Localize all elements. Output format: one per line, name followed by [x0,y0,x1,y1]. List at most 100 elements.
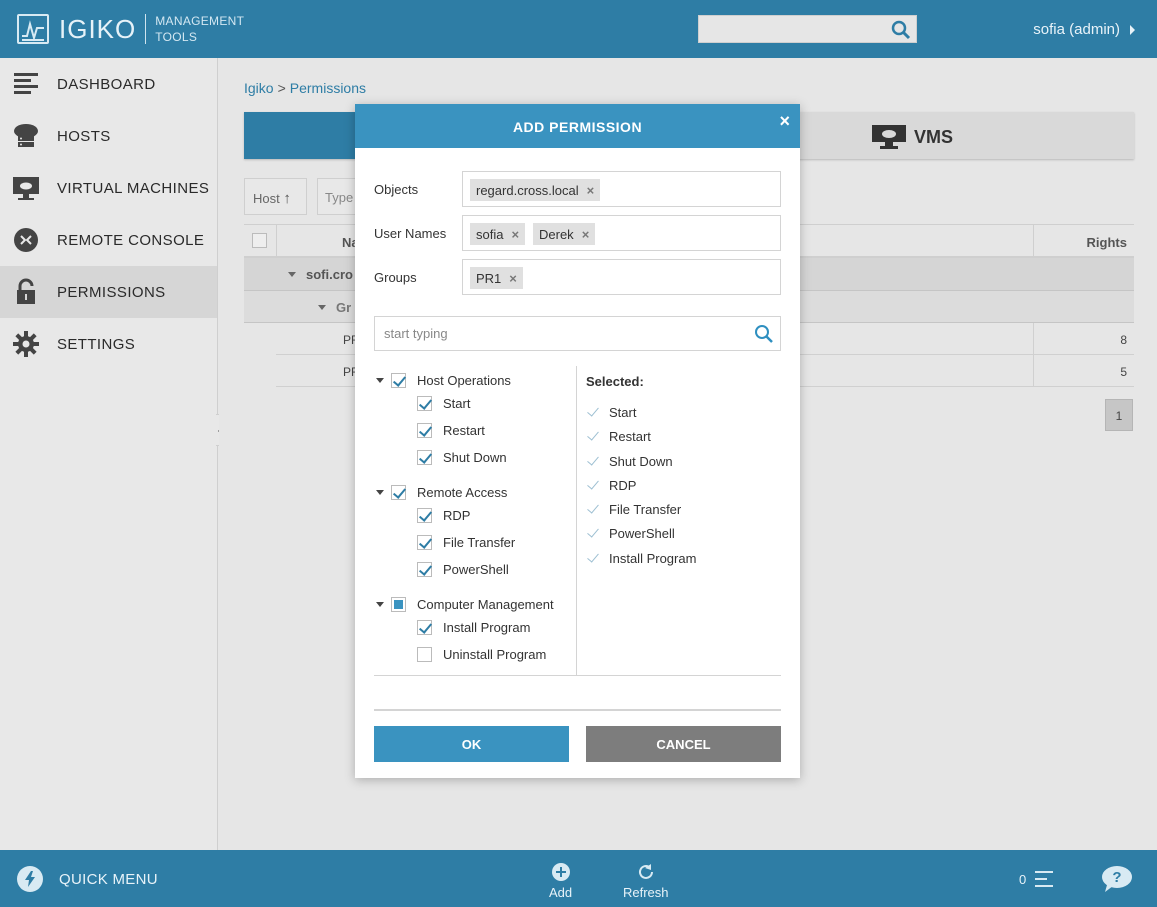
refresh-button[interactable]: Refresh [623,862,669,900]
checkbox-host-operations[interactable] [391,373,406,388]
tree-node-label: Remote Access [417,485,508,500]
permission-tree: Host Operations Start Restart Shut Down … [374,366,577,676]
remove-chip-icon[interactable]: × [582,227,590,242]
checkbox-rdp[interactable] [417,508,432,523]
tab-vms-label: VMS [914,126,954,147]
check-icon [586,551,601,566]
selected-list: Selected: Start Restart Shut Down RDP Fi… [586,366,781,676]
chevron-down-icon[interactable] [376,602,384,607]
sidebar-item-label: REMOTE CONSOLE [57,231,205,249]
checkbox-restart[interactable] [417,423,432,438]
sidebar-item-permissions[interactable]: PERMISSIONS [0,266,217,318]
checkbox-remote-access[interactable] [391,485,406,500]
add-label: Add [549,885,573,900]
logo[interactable]: IGIKO MANAGEMENT TOOLS [17,13,244,45]
column-divider [276,225,277,257]
ok-button[interactable]: OK [374,726,569,762]
logo-icon [17,14,49,44]
pager-page-1[interactable]: 1 [1105,399,1133,431]
vm-icon [872,125,906,149]
row-rights: 5 [1120,365,1127,379]
close-icon[interactable]: × [778,112,792,130]
global-search-input[interactable] [698,15,917,43]
lock-icon [12,278,40,306]
group-chip: PR1 × [470,267,523,289]
sidebar-item-virtual-machines[interactable]: VIRTUAL MACHINES [0,162,217,214]
groups-field[interactable]: PR1 × [462,259,781,295]
permission-search-input[interactable] [375,317,735,349]
groups-label: Groups [374,270,417,285]
bottom-bar: QUICK MENU Add Refresh 0 ? [0,850,1157,907]
breadcrumb-igiko[interactable]: Igiko [244,80,274,96]
tab-vms[interactable]: VMS [872,125,953,149]
select-all-checkbox[interactable] [252,233,267,248]
list-item-label: Start [609,405,637,420]
filter-host-label: Host [253,191,280,206]
checkbox-computer-management[interactable] [391,597,406,612]
list-item-label: RDP [609,478,637,493]
remove-chip-icon[interactable]: × [587,183,595,198]
list-icon [1035,871,1053,887]
help-button[interactable]: ? [1101,865,1133,898]
list-item: Start [586,405,636,420]
filter-type-label: Type [325,190,354,205]
username-chip: Derek × [533,223,596,245]
remove-chip-icon[interactable]: × [511,227,519,242]
tree-leaf-label: Install Program [443,620,531,635]
list-item-label: PowerShell [609,526,675,541]
user-name: sofia (admin) [1033,21,1120,38]
caret-right-icon [1130,24,1135,35]
column-rights[interactable]: Rights [1087,235,1127,250]
sidebar-item-settings[interactable]: SETTINGS [0,318,217,370]
permission-search [374,316,781,351]
refresh-label: Refresh [623,885,669,900]
user-menu[interactable]: sofia (admin) [1033,21,1135,38]
breadcrumb-permissions[interactable]: Permissions [290,80,366,96]
checkbox-powershell[interactable] [417,562,432,577]
task-count: 0 [1019,872,1027,887]
check-icon [586,454,601,469]
checkbox-start[interactable] [417,396,432,411]
chevron-down-icon[interactable] [376,490,384,495]
checkbox-install-program[interactable] [417,620,432,635]
cancel-button[interactable]: CANCEL [586,726,781,762]
checkbox-uninstall-program[interactable] [417,647,432,662]
add-button[interactable]: Add [549,862,572,900]
task-list-button[interactable] [1035,870,1055,893]
usernames-label: User Names [374,226,447,241]
usernames-field[interactable]: sofia × Derek × [462,215,781,251]
checkbox-file-transfer[interactable] [417,535,432,550]
usernames-row: User Names sofia × Derek × [374,215,781,251]
tree-leaf-file-transfer: File Transfer [417,535,515,550]
gear-icon [12,330,40,358]
tree-leaf-shut-down: Shut Down [417,450,507,465]
divider [374,709,781,711]
sidebar-item-label: HOSTS [57,127,111,145]
search-icon[interactable] [753,323,775,350]
search-icon[interactable] [890,19,912,41]
tree-leaf-label: Uninstall Program [443,647,547,662]
brand-subtitle-line1: MANAGEMENT [155,14,245,28]
chevron-down-icon [288,272,296,277]
sidebar-item-remote-console[interactable]: REMOTE CONSOLE [0,214,217,266]
tree-leaf-restart: Restart [417,423,485,438]
sidebar-item-label: VIRTUAL MACHINES [57,179,210,197]
tree-leaf-label: Restart [443,423,485,438]
checkbox-shut-down[interactable] [417,450,432,465]
brand-subtitle-line2: TOOLS [155,30,198,44]
dialog-title: ADD PERMISSION [512,119,643,135]
chevron-down-icon[interactable] [376,378,384,383]
quick-menu-button[interactable]: QUICK MENU [17,866,158,892]
filter-host[interactable]: Host ↑ [244,178,307,215]
dashboard-icon [12,70,40,98]
chevron-down-icon [318,305,326,310]
list-item: PowerShell [586,526,675,541]
objects-field[interactable]: regard.cross.local × [462,171,781,207]
list-item: Shut Down [586,454,673,469]
tree-leaf-label: PowerShell [443,562,509,577]
tree-leaf-rdp: RDP [417,508,470,523]
dialog-header: ADD PERMISSION × [355,104,800,148]
sidebar-item-hosts[interactable]: HOSTS [0,110,217,162]
sidebar-item-dashboard[interactable]: DASHBOARD [0,58,217,110]
remove-chip-icon[interactable]: × [509,271,517,286]
